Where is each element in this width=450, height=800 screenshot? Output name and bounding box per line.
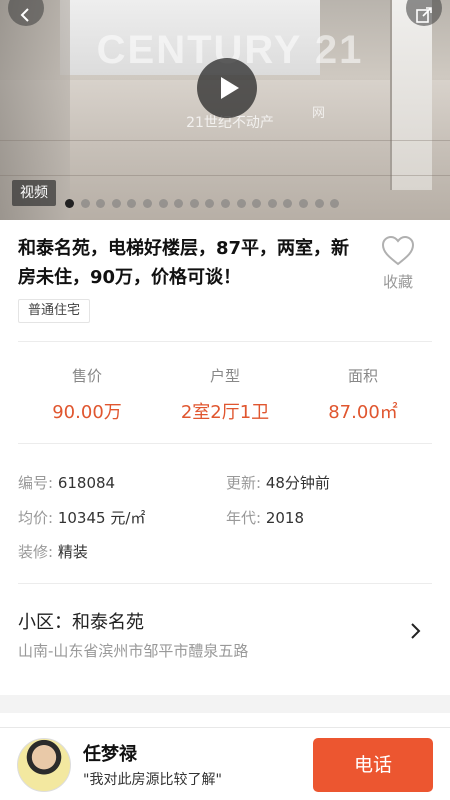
pagination-dot[interactable] [80, 199, 90, 208]
detail-updated-value: 48分钟前 [265, 474, 330, 492]
divider [18, 341, 432, 342]
community-name: 小区：和泰名苑 [18, 612, 144, 633]
pagination-dot[interactable] [189, 199, 199, 208]
agent-name: 任梦禄 [83, 744, 137, 765]
gallery-pagination [65, 199, 340, 209]
pagination-dot[interactable] [96, 199, 106, 208]
pagination-dot[interactable] [330, 199, 340, 208]
community-row[interactable]: 小区：和泰名苑 山南-山东省滨州市邹平市醴泉五路 [18, 608, 432, 660]
tile-line [0, 140, 450, 141]
property-type-tag: 普通住宅 [18, 299, 91, 323]
agent-avatar[interactable] [17, 738, 71, 792]
metric-area: 面积 87.00㎡ [288, 365, 438, 424]
community-address: 山南-山东省滨州市邹平市醴泉五路 [18, 642, 249, 660]
chevron-right-icon [411, 623, 421, 639]
detail-decoration-label: 装修: [18, 543, 54, 561]
listing-title: 和泰名苑，电梯好楼层，87平，两室，新房未住，90万，价格可谈！ [18, 238, 350, 288]
pagination-dot[interactable] [111, 199, 121, 208]
divider [18, 443, 432, 444]
back-icon [20, 8, 29, 22]
metric-price: 售价 90.00万 [12, 365, 162, 424]
detail-year-label: 年代: [226, 509, 262, 527]
door-area [390, 0, 432, 190]
detail-unit-price-label: 均价: [18, 509, 54, 527]
detail-decoration-value: 精装 [57, 543, 88, 561]
metric-label: 面积 [347, 367, 378, 385]
detail-year: 年代: 2018 [226, 507, 304, 528]
pagination-dot[interactable] [220, 199, 230, 208]
pagination-dot[interactable] [314, 199, 324, 208]
share-icon [416, 7, 432, 23]
metric-label: 户型 [209, 367, 240, 385]
detail-unit-price: 均价: 10345 元/㎡ [18, 507, 145, 528]
pagination-dot[interactable] [283, 199, 293, 208]
pagination-dot[interactable] [267, 199, 277, 208]
watermark-net: 网 [312, 106, 326, 121]
detail-year-value: 2018 [265, 509, 305, 527]
divider [18, 583, 432, 584]
listing-detail-page: CENTURY 21 21世纪不动产 网 视频 和泰名苑，电梯好楼层，87平，两… [0, 0, 450, 800]
pagination-dot[interactable] [252, 199, 262, 208]
favorite-label: 收藏 [382, 273, 413, 291]
call-button[interactable]: 电话 [313, 738, 433, 792]
pagination-dot[interactable] [127, 199, 137, 208]
pagination-dot[interactable] [65, 199, 74, 208]
pagination-dot[interactable] [236, 199, 246, 208]
pagination-dot[interactable] [298, 199, 308, 208]
metric-label: 售价 [71, 367, 102, 385]
metric-value: 90.00万 [52, 402, 122, 423]
detail-updated-label: 更新: [226, 474, 262, 492]
metric-value: 87.00㎡ [328, 402, 398, 423]
detail-id-value: 618084 [57, 474, 116, 492]
agent-contact-bar: 任梦禄 "我对此房源比较了解" 电话 [0, 727, 450, 800]
section-gap [0, 695, 450, 713]
pagination-dot[interactable] [158, 199, 168, 208]
detail-id: 编号: 618084 [18, 472, 115, 493]
favorite-button[interactable]: 收藏 [373, 235, 423, 292]
detail-id-label: 编号: [18, 474, 54, 492]
play-button[interactable] [197, 58, 257, 118]
tile-line [0, 175, 450, 176]
heart-icon [381, 235, 415, 266]
pagination-dot[interactable] [205, 199, 215, 208]
metric-value: 2室2厅1卫 [180, 402, 270, 423]
detail-updated: 更新: 48分钟前 [226, 472, 330, 493]
detail-unit-price-value: 10345 元/㎡ [57, 509, 146, 527]
pagination-dot[interactable] [174, 199, 184, 208]
video-tab-label[interactable]: 视频 [12, 180, 56, 206]
media-gallery[interactable]: CENTURY 21 21世纪不动产 网 视频 [0, 0, 450, 220]
agent-quote: "我对此房源比较了解" [83, 772, 222, 788]
metric-layout: 户型 2室2厅1卫 [150, 365, 300, 424]
play-icon [220, 77, 239, 99]
detail-decoration: 装修: 精装 [18, 541, 88, 562]
pagination-dot[interactable] [142, 199, 152, 208]
